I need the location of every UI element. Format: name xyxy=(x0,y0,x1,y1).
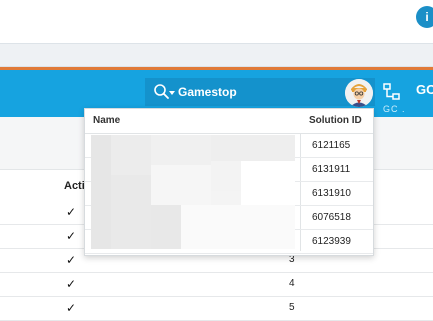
table-row[interactable]: ✓ 4 xyxy=(0,273,433,297)
solution-id: 6131910 xyxy=(312,188,351,199)
org-chart-icon[interactable] xyxy=(383,83,401,101)
column-header-active[interactable]: Acti xyxy=(64,180,85,192)
table-row[interactable]: ✓ 5 xyxy=(0,297,433,321)
solution-id: 6123939 xyxy=(312,236,351,247)
info-badge-icon[interactable]: i xyxy=(416,6,433,28)
avatar-icon xyxy=(345,79,373,107)
solution-id: 6076518 xyxy=(312,212,351,223)
top-bar: i xyxy=(0,0,433,43)
checkmark-icon: ✓ xyxy=(66,277,77,291)
solution-id-column-header: Solution ID xyxy=(309,115,362,126)
name-column-header: Name xyxy=(93,115,121,126)
redacted-names xyxy=(91,135,295,249)
checkmark-icon: ✓ xyxy=(66,229,77,243)
sub-bar xyxy=(0,43,433,67)
checkmark-icon: ✓ xyxy=(66,253,77,267)
search-bar[interactable] xyxy=(145,78,375,106)
solution-id: 6131911 xyxy=(312,164,351,175)
dropdown-header: Name Solution ID xyxy=(85,109,373,134)
chevron-down-icon[interactable] xyxy=(169,91,175,95)
solution-id: 6121165 xyxy=(312,140,351,151)
search-results-dropdown: Name Solution ID 6121165 6131911 6131910… xyxy=(84,108,374,256)
avatar[interactable] xyxy=(345,79,373,107)
search-input[interactable] xyxy=(178,82,328,102)
checkmark-icon: ✓ xyxy=(66,301,77,315)
header-subtext: GC . xyxy=(383,104,406,114)
user-initials[interactable]: GC xyxy=(416,82,433,97)
checkmark-icon: ✓ xyxy=(66,205,77,219)
row-number: 4 xyxy=(289,278,295,289)
row-number: 5 xyxy=(289,302,295,313)
